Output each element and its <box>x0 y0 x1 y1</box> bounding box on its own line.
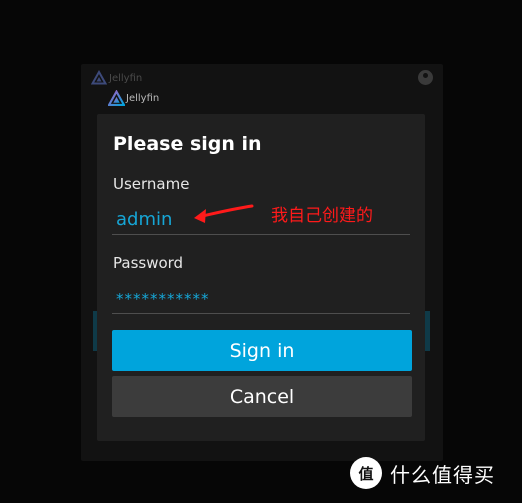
cancel-button-label: Cancel <box>229 385 295 408</box>
username-value: admin <box>116 209 173 230</box>
background-user-icon <box>418 70 433 85</box>
username-label: Username <box>113 175 190 193</box>
background-app-name: Jellyfin <box>109 72 143 84</box>
background-header: Jellyfin <box>81 64 443 92</box>
password-input[interactable]: *********** <box>112 284 410 314</box>
sign-in-dialog: Please sign in Username admin Password *… <box>97 114 425 441</box>
annotation-arrow-icon <box>194 204 254 223</box>
jellyfin-logo-icon <box>91 70 107 85</box>
sign-in-button-label: Sign in <box>229 339 295 362</box>
background-logo: Jellyfin <box>91 70 142 86</box>
watermark-text: 什么值得买 <box>390 462 495 487</box>
cancel-button[interactable]: Cancel <box>112 376 412 417</box>
sign-in-button[interactable]: Sign in <box>112 330 412 371</box>
watermark: 值 什么值得买 <box>350 457 495 489</box>
password-label: Password <box>113 254 184 272</box>
jellyfin-logo: Jellyfin <box>108 90 159 107</box>
dialog-title: Please sign in <box>113 133 262 155</box>
password-value: *********** <box>116 289 210 308</box>
annotation-text: 我自己创建的 <box>271 206 373 226</box>
jellyfin-brand-text: Jellyfin <box>126 93 160 104</box>
watermark-badge: 值 <box>350 457 382 489</box>
jellyfin-logo-icon <box>108 90 125 106</box>
screen: Jellyfin Jellyfin Please sign in Usernam… <box>0 0 522 503</box>
